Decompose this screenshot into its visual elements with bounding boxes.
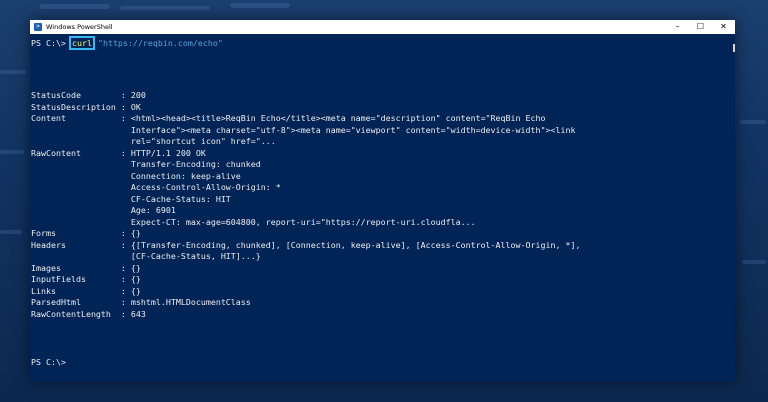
scrollbar[interactable]: [730, 34, 735, 382]
output-line: [CF-Cache-Status, HIT]...}: [31, 251, 261, 261]
output-line: StatusCode : 200: [31, 90, 146, 100]
output-line: Connection: keep-alive: [31, 170, 241, 181]
blurred-desktop-detail: [0, 230, 22, 234]
output-line: ParsedHtml : mshtml.HTMLDocumentClass: [31, 297, 251, 307]
blurred-desktop-detail: [740, 120, 766, 124]
output-line: Expect-CT: max-age=604800, report-uri="h…: [31, 216, 476, 227]
command-line: PS C:\> curl "https://reqbin.com/echo": [31, 36, 223, 50]
output-line: Images : {}: [31, 262, 141, 273]
output-line: Access-Control-Allow-Origin: *: [31, 182, 281, 192]
blurred-desktop-detail: [230, 3, 290, 8]
output-line: StatusDescription : OK: [31, 101, 141, 112]
scrollbar-thumb[interactable]: [733, 44, 735, 52]
powershell-window: > Windows PowerShell – ☐ ✕ PS C:\> curl …: [30, 20, 735, 382]
command-argument: "https://reqbin.com/echo": [97, 38, 223, 48]
blurred-desktop-detail: [120, 6, 210, 10]
output-line: Forms : {}: [31, 228, 141, 238]
output-line: Age: 6901: [31, 205, 176, 215]
output-line: rel="shortcut icon" href="...: [31, 136, 276, 146]
output-line: RawContent : HTTP/1.1 200 OK: [31, 147, 206, 158]
title-bar[interactable]: > Windows PowerShell – ☐ ✕: [30, 20, 735, 34]
output-line: Headers : {[Transfer-Encoding, chunked],…: [31, 239, 581, 250]
output-line: Content : <html><head><title>ReqBin Echo…: [31, 113, 546, 123]
blurred-desktop-detail: [0, 70, 26, 74]
blurred-desktop-detail: [0, 150, 24, 154]
output-line: CF-Cache-Status: HIT: [31, 193, 231, 204]
output-line: Interface"><meta charset="utf-8"><meta n…: [31, 124, 576, 135]
console-output[interactable]: PS C:\> curl "https://reqbin.com/echo" S…: [30, 34, 730, 382]
output-line: RawContentLength : 643: [31, 308, 146, 319]
close-button[interactable]: ✕: [712, 20, 735, 34]
powershell-icon: >: [34, 23, 42, 31]
output-line: InputFields : {}: [31, 274, 141, 284]
window-title: Windows PowerShell: [46, 23, 113, 31]
blurred-desktop-detail: [742, 260, 766, 264]
minimize-button[interactable]: –: [666, 20, 689, 34]
blurred-desktop-detail: [40, 4, 110, 9]
maximize-button[interactable]: ☐: [689, 20, 712, 34]
output-line: Links : {}: [31, 285, 141, 296]
output-line: Transfer-Encoding: chunked: [31, 159, 261, 169]
command-highlight: curl: [68, 36, 95, 50]
final-prompt: PS C:\>: [31, 357, 66, 367]
prompt: PS C:\>: [31, 38, 71, 48]
